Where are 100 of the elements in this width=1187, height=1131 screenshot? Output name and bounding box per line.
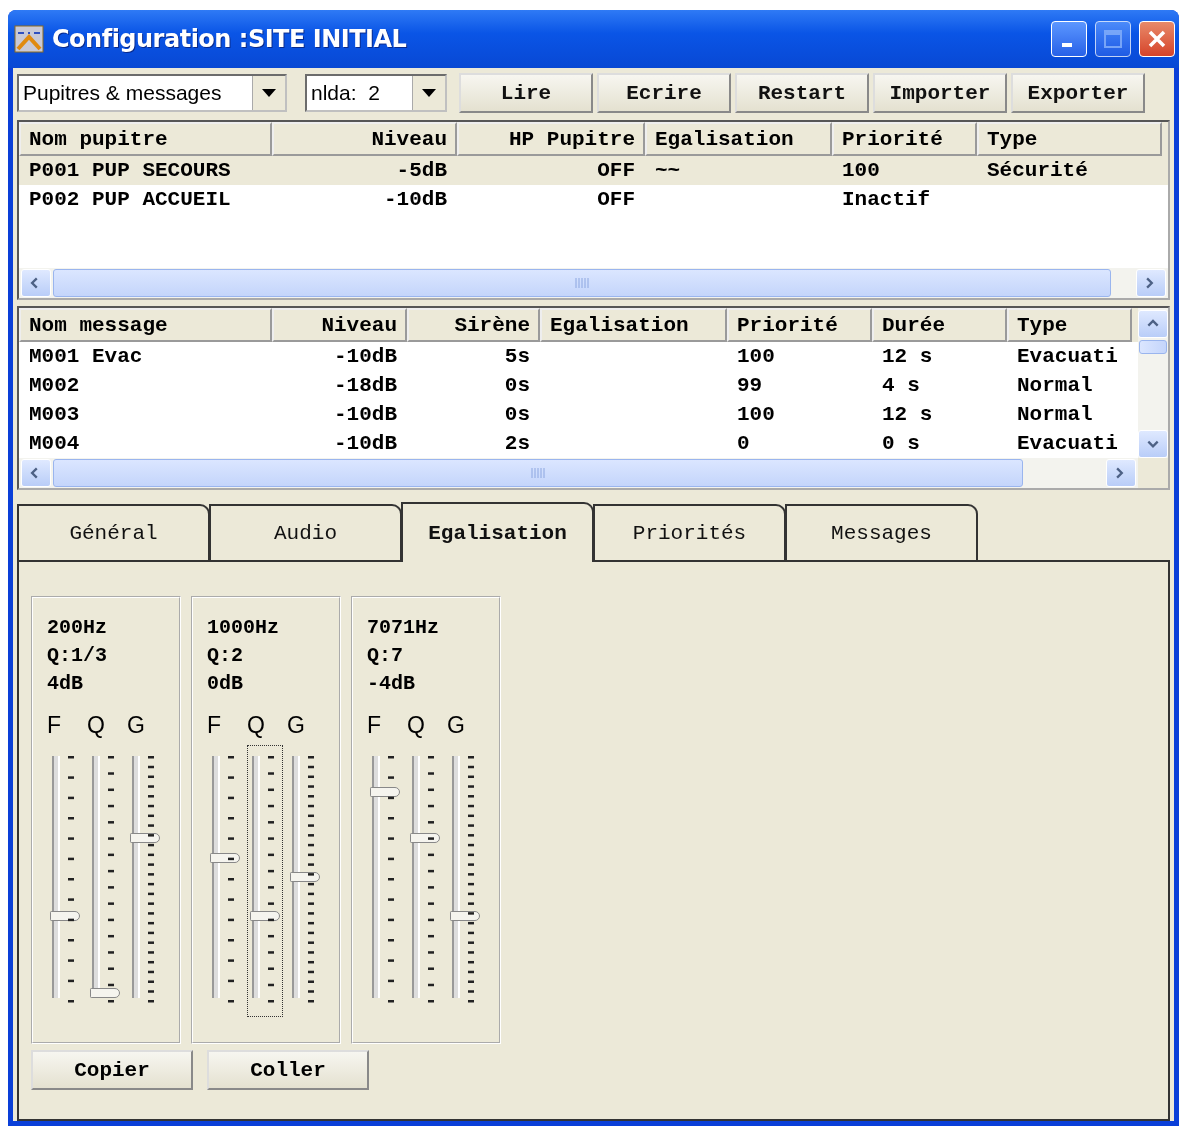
maximize-button[interactable] (1095, 21, 1131, 57)
table-row[interactable]: P001 PUP SECOURS -5dB OFF ~~ 100 Sécurité (19, 156, 1168, 185)
app-icon (14, 25, 44, 53)
table-cell: Normal (1017, 403, 1093, 426)
minimize-button[interactable] (1051, 21, 1087, 57)
tab[interactable]: Egalisation (401, 502, 594, 562)
table-cell: M003 (29, 403, 80, 426)
table-cell: 12 s (882, 345, 933, 368)
scroll-up-button[interactable] (1138, 310, 1168, 338)
table-row[interactable]: P002 PUP ACCUEIL -10dB OFF Inactif (19, 185, 1168, 214)
table-cell: 0 (737, 432, 750, 455)
close-icon (1146, 28, 1168, 50)
table-cell: Inactif (842, 188, 931, 211)
column-header[interactable]: Priorité (727, 308, 872, 342)
table-cell: M004 (29, 432, 80, 455)
slider-label: F (47, 712, 62, 738)
toolbar-button[interactable]: Restart (735, 73, 869, 113)
table-cell: Normal (1017, 374, 1093, 397)
grip-icon (575, 277, 589, 289)
tab[interactable]: Audio (209, 504, 402, 560)
tick-scale-icon (266, 756, 276, 1004)
scroll-right-button[interactable] (1136, 269, 1166, 297)
table-cell: 12 s (882, 403, 933, 426)
window-title: Configuration :SITE INITIAL (52, 25, 408, 53)
tab[interactable]: Priorités (593, 504, 786, 560)
table-cell: 99 (737, 374, 763, 397)
table-row[interactable]: M003 -10dB 0s 100 12 s Normal (19, 400, 1138, 429)
action-button[interactable]: Copier (31, 1050, 193, 1090)
slider-thumb[interactable] (450, 910, 480, 921)
tab[interactable]: Messages (785, 504, 978, 560)
slider-thumb[interactable] (410, 833, 440, 844)
table-cell: 0s (504, 403, 530, 426)
column-header[interactable]: Type (977, 122, 1162, 156)
scroll-left-button[interactable] (21, 459, 51, 487)
slider-label: G (127, 712, 145, 738)
tick-scale-icon (426, 756, 436, 1004)
dropdown[interactable]: Pupitres & messages (17, 74, 287, 112)
frequency-label: 200Hz (47, 616, 108, 641)
slider-label: G (447, 712, 465, 738)
gain-label: 4dB (47, 672, 84, 697)
gain-label: 0dB (207, 672, 244, 697)
tick-scale-icon (66, 756, 76, 1004)
table-cell: Evacuati (1017, 432, 1118, 455)
slider-label: G (287, 712, 305, 738)
tick-scale-icon (466, 756, 476, 1004)
slider-label: F (367, 712, 382, 738)
column-header[interactable]: HP Pupitre (457, 122, 645, 156)
toolbar-button[interactable]: Importer (873, 73, 1007, 113)
scroll-down-button[interactable] (1138, 430, 1168, 458)
scrollbar-thumb[interactable] (1139, 340, 1167, 354)
table-cell: 5s (504, 345, 530, 368)
toolbar-button[interactable]: Exporter (1011, 73, 1145, 113)
grip-icon (531, 467, 545, 479)
slider-thumb[interactable] (290, 872, 320, 882)
table-cell: P002 PUP ACCUEIL (29, 188, 231, 211)
column-header[interactable]: Egalisation (540, 308, 727, 342)
table-row[interactable]: M001 Evac -10dB 5s 100 12 s Evacuati (19, 342, 1138, 371)
slider-thumb[interactable] (250, 910, 280, 921)
minimize-icon (1062, 43, 1072, 47)
caret-icon (422, 89, 436, 97)
close-button[interactable] (1139, 21, 1175, 57)
toolbar-button[interactable]: Lire (459, 73, 593, 113)
table-cell: 100 (842, 159, 880, 182)
table-cell: ~~ (655, 159, 681, 182)
column-header[interactable]: Durée (872, 308, 1007, 342)
table-cell: OFF (597, 159, 635, 182)
table-cell: -5dB (396, 159, 447, 182)
slider-thumb[interactable] (210, 852, 240, 863)
column-header[interactable]: Nom pupitre (19, 122, 272, 156)
scrollbar-thumb[interactable] (53, 459, 1023, 487)
gain-label: -4dB (367, 672, 416, 697)
q-label: Q:1/3 (47, 644, 108, 669)
table-row[interactable]: M002 -18dB 0s 99 4 s Normal (19, 371, 1138, 400)
q-label: Q:7 (367, 644, 404, 669)
column-header[interactable]: Nom message (19, 308, 272, 342)
slider-label: Q (87, 712, 105, 738)
scrollbar-corner (1138, 458, 1168, 488)
column-header[interactable]: Type (1007, 308, 1132, 342)
column-header[interactable]: Egalisation (645, 122, 832, 156)
column-header[interactable]: Sirène (407, 308, 540, 342)
slider-label: Q (247, 712, 265, 738)
column-header[interactable]: Niveau (272, 122, 457, 156)
scroll-right-button[interactable] (1106, 459, 1136, 487)
toolbar-button[interactable]: Ecrire (597, 73, 731, 113)
slider-thumb[interactable] (50, 910, 80, 921)
slider-thumb[interactable] (90, 988, 120, 999)
table-row[interactable]: M004 -10dB 2s 0 0 s Evacuati (19, 429, 1138, 458)
tab[interactable]: Général (17, 504, 210, 560)
column-header[interactable]: Niveau (272, 308, 407, 342)
action-button[interactable]: Coller (207, 1050, 369, 1090)
column-header[interactable]: Priorité (832, 122, 977, 156)
slider-thumb[interactable] (370, 787, 400, 798)
scroll-left-button[interactable] (21, 269, 51, 297)
slider-thumb[interactable] (130, 833, 160, 844)
table-cell: -18dB (334, 374, 397, 397)
vertical-slider[interactable] (247, 745, 283, 1017)
table-cell: 0 s (882, 432, 920, 455)
scrollbar-thumb[interactable] (53, 269, 1111, 297)
dropdown[interactable]: nlda: 2 (305, 74, 447, 112)
tick-scale-icon (106, 756, 116, 1004)
